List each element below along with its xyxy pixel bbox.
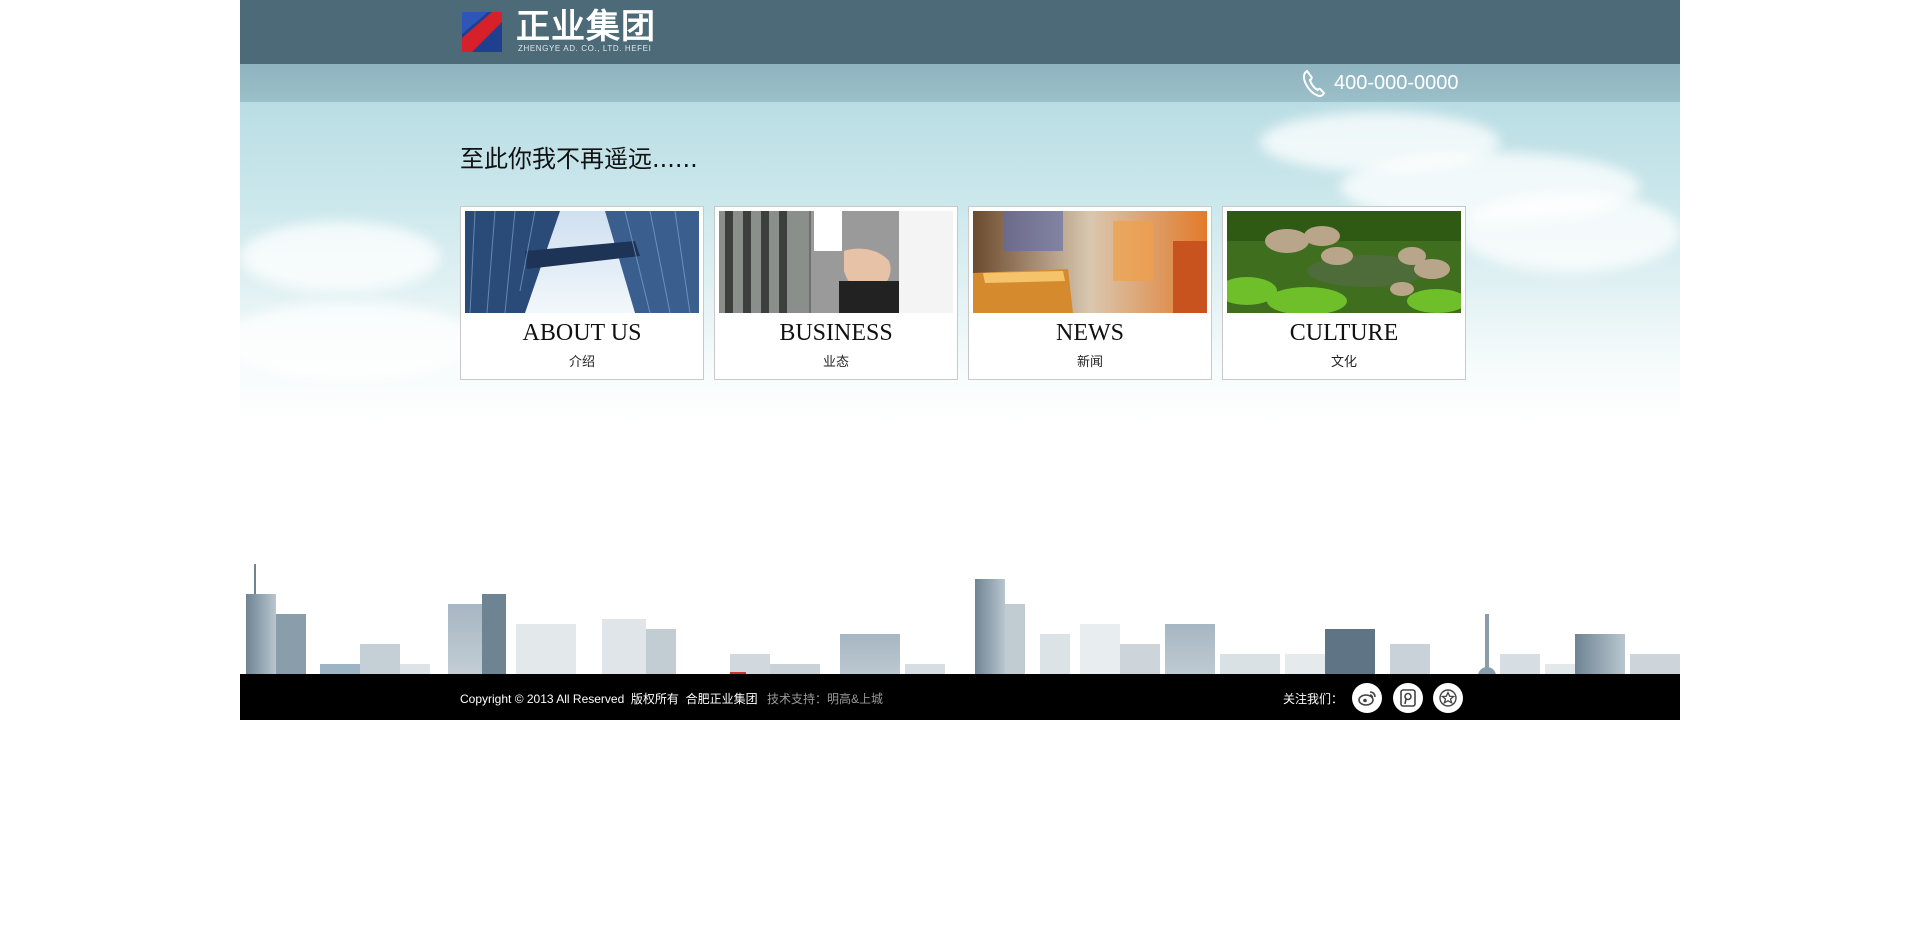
card-title: BUSINESS: [779, 320, 893, 346]
cloud-decoration: [1460, 192, 1680, 272]
favorite-star-icon[interactable]: [1433, 683, 1463, 713]
hotline: 400-000-0000: [1302, 69, 1459, 97]
card-image-garden: [1227, 211, 1461, 313]
card-subtitle: 文化: [1330, 354, 1357, 369]
card-news[interactable]: NEWS 新闻: [968, 206, 1212, 380]
star-glyph: [1439, 689, 1457, 707]
cityscape-illustration: [246, 564, 1680, 674]
follow-label: 关注我们：: [1283, 692, 1344, 706]
card-title: ABOUT US: [522, 320, 642, 346]
weibo-icon[interactable]: [1352, 683, 1382, 713]
copyright-text: Copyright © 2013 All Reserved 版权所有 合肥正业集…: [460, 692, 758, 706]
card-subtitle: 新闻: [1076, 354, 1103, 369]
logo-subtitle: ZHENGYE AD. CO., LTD. HEFEI: [518, 44, 652, 53]
card-title: CULTURE: [1289, 320, 1399, 346]
card-image-briefcase: [719, 211, 953, 313]
page: 正业集团 ZHENGYE AD. CO., LTD. HEFEI 400-000…: [240, 0, 1680, 720]
phone-bar: 400-000-0000: [240, 64, 1680, 102]
slogan: 至此你我不再遥远......: [460, 145, 698, 173]
header: 正业集团 ZHENGYE AD. CO., LTD. HEFEI: [240, 0, 1680, 64]
cloud-decoration: [240, 302, 480, 382]
tencent-weibo-icon[interactable]: [1393, 683, 1423, 713]
logo-mark-icon: [462, 12, 502, 52]
footer: Copyright © 2013 All Reserved 版权所有 合肥正业集…: [240, 674, 1680, 720]
weibo-glyph: [1358, 691, 1376, 706]
card-about-us[interactable]: ABOUT US 介绍: [460, 206, 704, 380]
phone-icon: [1302, 69, 1326, 97]
cloud-decoration: [240, 222, 440, 292]
tencent-weibo-glyph: [1400, 689, 1416, 707]
copyright: Copyright © 2013 All Reserved 版权所有 合肥正业集…: [460, 690, 883, 707]
card-image-skyscrapers: [465, 211, 699, 313]
card-image-coffee: [973, 211, 1207, 313]
card-row: ABOUT US 介绍 BUSINESS 业态 NEWS 新闻 CULTURE …: [460, 206, 1466, 380]
hero-banner: 至此你我不再遥远...... ABOUT US 介绍 BUSINESS 业态 N…: [240, 102, 1680, 674]
logo-title: 正业集团: [516, 7, 656, 47]
card-business[interactable]: BUSINESS 业态: [714, 206, 958, 380]
logo-link[interactable]: 正业集团 ZHENGYE AD. CO., LTD. HEFEI: [462, 7, 658, 55]
phone-number: 400-000-0000: [1334, 71, 1459, 94]
card-subtitle: 业态: [822, 354, 849, 369]
tech-support-text: 技术支持：明高&上城: [766, 692, 883, 706]
card-title: NEWS: [1056, 320, 1124, 346]
card-culture[interactable]: CULTURE 文化: [1222, 206, 1466, 380]
card-subtitle: 介绍: [568, 354, 595, 369]
